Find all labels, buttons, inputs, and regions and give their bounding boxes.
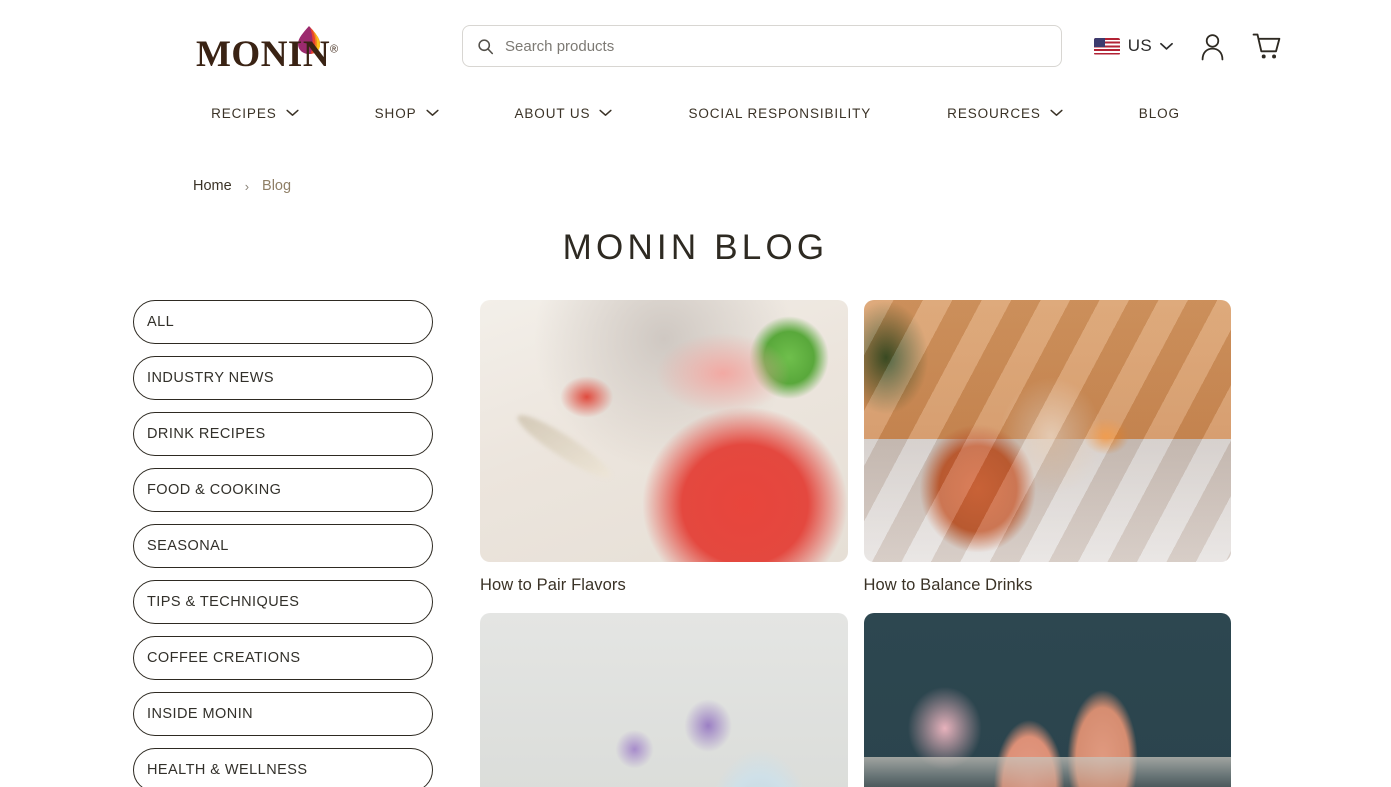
search-input[interactable] <box>505 37 1047 55</box>
sidebar-item-seasonal[interactable]: SEASONAL <box>133 524 433 568</box>
blog-post-image[interactable] <box>480 613 848 787</box>
blog-post-image[interactable] <box>863 300 1231 562</box>
nav-label: RESOURCES <box>947 105 1041 121</box>
locale-selector[interactable]: US <box>1093 36 1173 56</box>
chevron-down-icon <box>286 109 299 117</box>
locale-label: US <box>1127 36 1152 55</box>
monin-logo[interactable]: MONIN® <box>196 18 366 74</box>
blog-post-title[interactable]: How to Balance Drinks <box>864 576 1232 595</box>
chevron-down-icon <box>1160 42 1173 50</box>
blog-post-image[interactable] <box>863 613 1231 787</box>
nav-label: ABOUT US <box>514 105 591 121</box>
nav-label: SOCIAL RESPONSIBILITY <box>688 105 872 121</box>
blog-post-card[interactable]: How to Pair Flavors <box>480 300 848 595</box>
header-actions: US <box>1093 32 1281 61</box>
shopping-cart-icon[interactable] <box>1252 32 1281 61</box>
sidebar-item-drink-recipes[interactable]: DRINK RECIPES <box>133 412 433 456</box>
nav-label: RECIPES <box>211 105 277 121</box>
main-navigation: RECIPES SHOP ABOUT US SOCIAL RESPONSIBIL… <box>0 92 1391 134</box>
search-bar[interactable] <box>462 25 1062 67</box>
breadcrumb: Home › Blog <box>0 134 1391 194</box>
chevron-down-icon <box>599 109 613 117</box>
sidebar-item-all[interactable]: ALL <box>133 300 433 344</box>
nav-label: BLOG <box>1138 105 1180 121</box>
sidebar-item-tips-and-techniques[interactable]: TIPS & TECHNIQUES <box>133 580 433 624</box>
logo-wordmark: MONIN® <box>196 34 339 75</box>
category-filter-sidebar: ALL INDUSTRY NEWS DRINK RECIPES FOOD & C… <box>133 300 433 787</box>
sidebar-item-inside-monin[interactable]: INSIDE MONIN <box>133 692 433 736</box>
blog-post-card[interactable]: How to Balance Drinks <box>863 300 1232 595</box>
nav-label: SHOP <box>374 105 417 121</box>
nav-item-shop[interactable]: SHOP <box>337 106 477 121</box>
sidebar-item-coffee-creations[interactable]: COFFEE CREATIONS <box>133 636 433 680</box>
search-icon <box>478 38 494 54</box>
us-flag-icon <box>1093 37 1120 55</box>
breadcrumb-home[interactable]: Home <box>193 178 232 194</box>
nav-item-about-us[interactable]: ABOUT US <box>477 106 651 121</box>
page-title: MONIN BLOG <box>562 228 829 267</box>
blog-content: ALL INDUSTRY NEWS DRINK RECIPES FOOD & C… <box>0 300 1391 787</box>
blog-post-grid: How to Pair Flavors How to Balance Drink… <box>480 300 1231 787</box>
chevron-down-icon <box>425 109 439 117</box>
blog-post-card[interactable] <box>863 613 1231 787</box>
nav-item-blog[interactable]: BLOG <box>1101 106 1218 121</box>
nav-item-social-responsibility[interactable]: SOCIAL RESPONSIBILITY <box>650 106 909 121</box>
nav-item-recipes[interactable]: RECIPES <box>173 106 337 121</box>
blog-post-title[interactable]: How to Pair Flavors <box>480 576 848 595</box>
breadcrumb-separator-icon: › <box>244 178 250 194</box>
user-account-icon[interactable] <box>1199 32 1226 61</box>
registered-mark: ® <box>330 43 339 56</box>
breadcrumb-current: Blog <box>262 178 292 194</box>
blog-post-card[interactable] <box>480 613 848 787</box>
site-header: MONIN® US <box>0 0 1391 92</box>
chevron-down-icon <box>1050 109 1063 117</box>
sidebar-item-food-and-cooking[interactable]: FOOD & COOKING <box>133 468 433 512</box>
sidebar-item-industry-news[interactable]: INDUSTRY NEWS <box>133 356 433 400</box>
blog-post-image[interactable] <box>480 300 848 562</box>
nav-item-resources[interactable]: RESOURCES <box>909 106 1101 121</box>
sidebar-item-health-and-wellness[interactable]: HEALTH & WELLNESS <box>133 748 433 787</box>
